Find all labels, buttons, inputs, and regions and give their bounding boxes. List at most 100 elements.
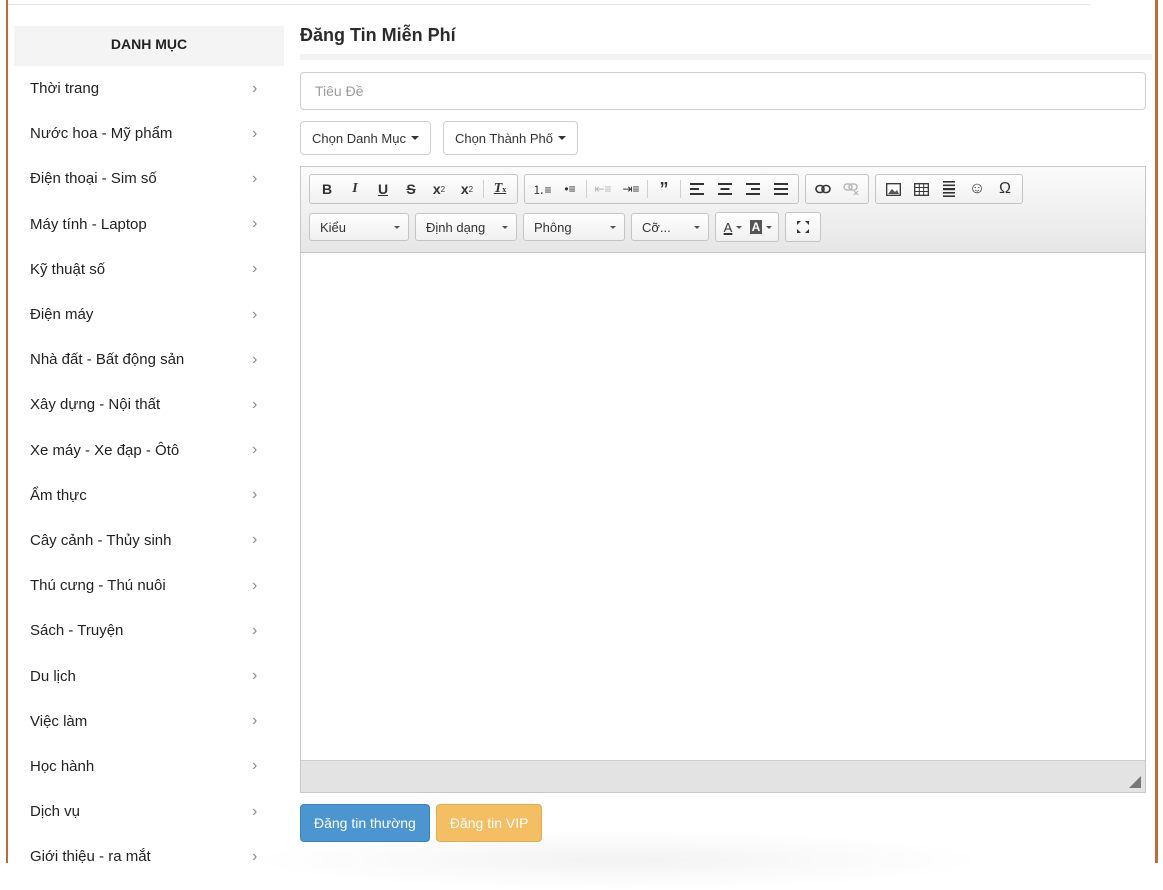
category-label: Sách - Truyện: [30, 622, 124, 640]
link-icon[interactable]: [809, 177, 837, 201]
maximize-group: [785, 212, 821, 242]
sidebar-category-item[interactable]: Điện thoại - Sim số ›: [14, 156, 284, 201]
category-label: Nước hoa - Mỹ phẩm: [30, 125, 173, 143]
sidebar-category-item[interactable]: Kỹ thuật số ›: [14, 247, 284, 292]
post-vip-button[interactable]: Đăng tin VIP: [435, 804, 543, 842]
bulleted-list-icon[interactable]: •≡: [556, 177, 584, 201]
rich-text-editor: B I U S x2 x2 Tx ⒈≡ •≡ ⇤≡ ⇥≡ ” ☺ Ω Kiểu …: [300, 166, 1146, 793]
outdent-icon[interactable]: ⇤≡: [589, 177, 617, 201]
top-divider: [0, 0, 1090, 5]
sidebar-category-item[interactable]: Ẩm thực ›: [14, 473, 284, 518]
justify-icon[interactable]: [767, 177, 795, 201]
editor-content-area[interactable]: [301, 253, 1145, 761]
blockquote-icon[interactable]: ”: [650, 177, 678, 201]
left-border-accent: [0, 0, 8, 863]
underline-icon[interactable]: U: [369, 177, 397, 201]
category-label: Dịch vụ: [30, 803, 81, 821]
toolbar-separator: [680, 180, 681, 198]
sidebar-category-item[interactable]: Điện máy ›: [14, 292, 284, 337]
category-dropdown-label: Chọn Danh Mục: [312, 130, 406, 146]
select-row: Chọn Danh Mục Chọn Thành Phố: [300, 121, 1146, 155]
align-right-icon[interactable]: [739, 177, 767, 201]
sidebar-category-item[interactable]: Sách - Truyện ›: [14, 608, 284, 653]
smiley-icon[interactable]: ☺: [963, 177, 991, 201]
caret-down-icon: [394, 225, 400, 229]
numbered-list-icon[interactable]: ⒈≡: [528, 177, 556, 201]
image-icon[interactable]: [879, 177, 907, 201]
sidebar-category-item[interactable]: Nhà đất - Bất động sản ›: [14, 337, 284, 382]
style-combo[interactable]: Kiểu: [309, 213, 409, 241]
sidebar-category-item[interactable]: Máy tính - Laptop ›: [14, 202, 284, 247]
category-label: Nhà đất - Bất động sản: [30, 351, 185, 369]
chevron-right-icon: ›: [252, 395, 258, 413]
title-input[interactable]: [300, 72, 1146, 110]
sidebar-category-item[interactable]: Việc làm ›: [14, 699, 284, 744]
sidebar-category-item[interactable]: Du lịch ›: [14, 653, 284, 698]
caret-down-icon: [410, 136, 419, 140]
sidebar-category-item[interactable]: Giới thiệu - ra mắt ›: [14, 834, 284, 863]
right-border-accent: [1155, 0, 1163, 863]
toolbar-row-1: B I U S x2 x2 Tx ⒈≡ •≡ ⇤≡ ⇥≡ ” ☺ Ω: [309, 174, 1137, 204]
category-sidebar: DANH MỤC Thời trang › Nước hoa - Mỹ phẩm › Đ…: [14, 26, 284, 863]
city-dropdown[interactable]: Chọn Thành Phố: [442, 121, 579, 155]
table-icon[interactable]: [907, 177, 935, 201]
submit-actions: Đăng tin thường Đăng tin VIP: [300, 804, 1146, 842]
category-label: Du lịch: [30, 667, 76, 685]
format-combo[interactable]: Định dạng: [415, 213, 517, 241]
size-combo[interactable]: Cỡ...: [631, 213, 709, 241]
italic-icon[interactable]: I: [341, 177, 369, 201]
editor-footer: [301, 760, 1145, 792]
caret-down-icon: [694, 225, 700, 229]
links-group: [805, 174, 869, 204]
page-title: Đăng Tin Miễn Phí: [300, 25, 456, 45]
sidebar-category-item[interactable]: Nước hoa - Mỹ phẩm ›: [14, 111, 284, 156]
chevron-right-icon: ›: [252, 350, 258, 368]
category-dropdown[interactable]: Chọn Danh Mục: [300, 121, 431, 155]
caret-down-icon: [502, 225, 508, 229]
text-color-icon[interactable]: A: [719, 215, 747, 239]
resize-grip-icon[interactable]: [1129, 776, 1141, 788]
chevron-right-icon: ›: [252, 124, 258, 142]
sidebar-category-item[interactable]: Học hành ›: [14, 744, 284, 789]
sidebar-category-item[interactable]: Xây dựng - Nội thất ›: [14, 382, 284, 427]
category-label: Học hành: [30, 757, 95, 775]
category-label: Điện thoại - Sim số: [30, 170, 157, 188]
toolbar-separator: [586, 180, 587, 198]
basic-styles-group: B I U S x2 x2 Tx: [309, 174, 518, 204]
bold-icon[interactable]: B: [313, 177, 341, 201]
caret-down-icon: [610, 225, 616, 229]
unlink-icon[interactable]: [837, 177, 865, 201]
superscript-icon[interactable]: x2: [453, 177, 481, 201]
editor-toolbar: B I U S x2 x2 Tx ⒈≡ •≡ ⇤≡ ⇥≡ ” ☺ Ω Kiểu …: [301, 167, 1145, 253]
chevron-right-icon: ›: [252, 847, 258, 863]
post-normal-button[interactable]: Đăng tin thường: [300, 804, 430, 842]
toolbar-separator: [647, 180, 648, 198]
chevron-right-icon: ›: [252, 531, 258, 549]
strikethrough-icon[interactable]: S: [397, 177, 425, 201]
sidebar-category-item[interactable]: Cây cảnh - Thủy sinh ›: [14, 518, 284, 563]
caret-down-icon: [558, 136, 567, 140]
sidebar-category-item[interactable]: Thú cưng - Thú nuôi ›: [14, 563, 284, 608]
city-dropdown-label: Chọn Thành Phố: [454, 130, 554, 146]
font-combo[interactable]: Phông: [523, 213, 625, 241]
category-label: Máy tính - Laptop: [30, 215, 147, 233]
category-list-viewport[interactable]: Thời trang › Nước hoa - Mỹ phẩm › Điện thoại…: [14, 66, 284, 863]
align-center-icon[interactable]: [711, 177, 739, 201]
category-label: Việc làm: [30, 712, 88, 730]
sidebar-category-item[interactable]: Dịch vụ ›: [14, 789, 284, 834]
category-label: Xây dựng - Nội thất: [30, 396, 161, 414]
horizontal-line-icon[interactable]: [935, 177, 963, 201]
sidebar-category-item[interactable]: Xe máy - Xe đạp - Ôtô ›: [14, 428, 284, 473]
maximize-icon[interactable]: [789, 215, 817, 239]
style-combo-label: Kiểu: [320, 219, 347, 235]
align-left-icon[interactable]: [683, 177, 711, 201]
indent-icon[interactable]: ⇥≡: [617, 177, 645, 201]
sidebar-category-item[interactable]: Thời trang ›: [14, 66, 284, 111]
chevron-right-icon: ›: [252, 305, 258, 323]
special-char-icon[interactable]: Ω: [991, 177, 1019, 201]
background-color-icon[interactable]: A: [747, 215, 775, 239]
subscript-icon[interactable]: x2: [425, 177, 453, 201]
colors-group: A A: [715, 212, 779, 242]
remove-format-icon[interactable]: Tx: [486, 177, 514, 201]
toolbar-separator: [483, 180, 484, 198]
